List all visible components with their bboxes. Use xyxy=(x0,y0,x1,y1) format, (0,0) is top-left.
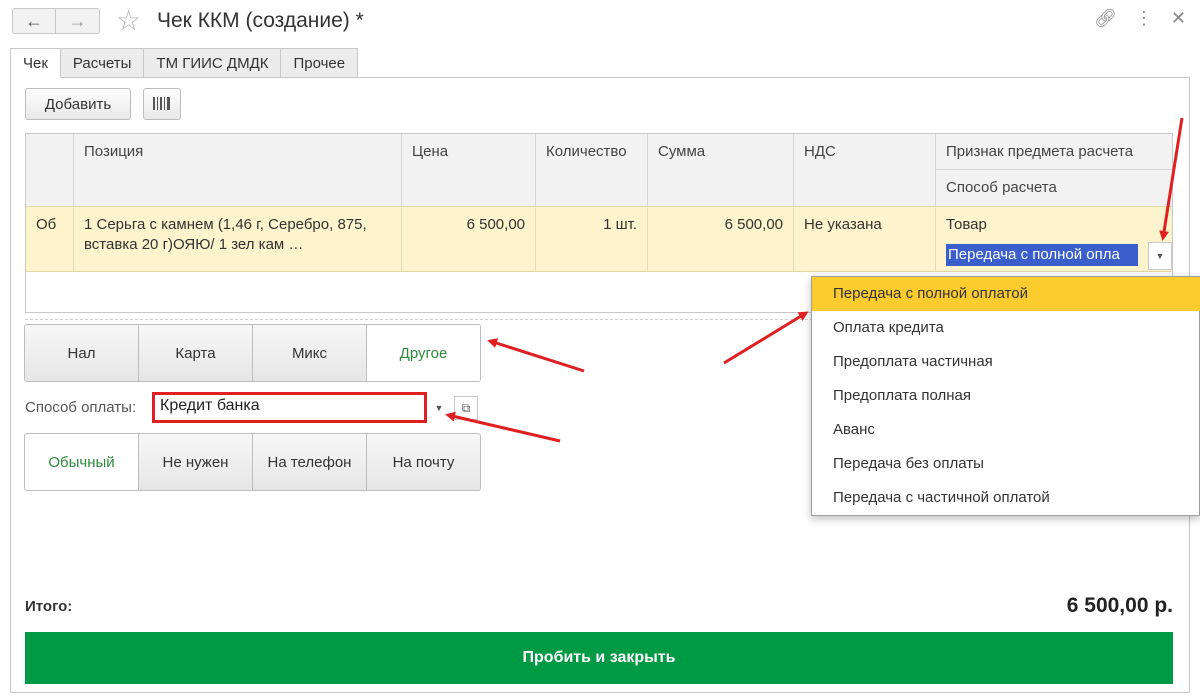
cell-code: Об xyxy=(26,207,74,271)
column-header-quantity[interactable]: Количество xyxy=(536,134,648,206)
dropdown-option-partial-prepayment[interactable]: Предоплата частичная xyxy=(812,345,1200,379)
send-option-none[interactable]: Не нужен xyxy=(139,434,253,490)
submit-and-close-button[interactable]: Пробить и закрыть xyxy=(25,632,1173,684)
column-header-method[interactable]: Способ расчета xyxy=(936,170,1172,206)
title-bar: ← → ☆ Чек ККМ (создание) * 🔗︎ ⋮ ✕ xyxy=(0,0,1200,44)
back-button[interactable]: ← xyxy=(12,8,56,34)
send-option-normal[interactable]: Обычный xyxy=(25,434,139,490)
dropdown-option-credit-payment[interactable]: Оплата кредита xyxy=(812,311,1200,345)
payment-method-label: Способ оплаты: xyxy=(25,399,137,416)
arrow-left-icon: ← xyxy=(25,10,43,31)
tab-giis-dmdk[interactable]: ТМ ГИИС ДМДК xyxy=(144,48,282,78)
forward-button[interactable]: → xyxy=(56,8,100,34)
tab-check[interactable]: Чек xyxy=(10,48,61,78)
payment-type-cash[interactable]: Нал xyxy=(25,325,139,381)
total-label: Итого: xyxy=(25,598,73,615)
column-header-position[interactable]: Позиция xyxy=(74,134,402,206)
close-icon[interactable]: ✕ xyxy=(1171,8,1186,29)
column-header-price[interactable]: Цена xyxy=(402,134,536,206)
arrow-right-icon: → xyxy=(68,10,87,31)
dropdown-option-no-payment[interactable]: Передача без оплаты xyxy=(812,447,1200,481)
payment-method-dropdown-button[interactable]: ▼ xyxy=(428,396,450,420)
add-button[interactable]: Добавить xyxy=(25,88,131,120)
star-icon[interactable]: ☆ xyxy=(116,6,141,36)
payment-type-other[interactable]: Другое xyxy=(367,325,480,381)
open-window-icon: ⧉ xyxy=(461,400,471,415)
cell-subject: Товар xyxy=(946,216,987,233)
cell-sum: 6 500,00 xyxy=(648,207,794,271)
cell-position: 1 Серьга с камнем (1,46 г, Серебро, 875,… xyxy=(74,207,402,271)
tab-bar: Чек Расчеты ТМ ГИИС ДМДК Прочее xyxy=(10,48,359,78)
method-dropdown-button[interactable]: ▼ xyxy=(1148,242,1172,270)
link-icon[interactable]: 🔗︎ xyxy=(1094,8,1117,29)
window-title: Чек ККМ (создание) * xyxy=(157,9,364,32)
payment-type-mix[interactable]: Микс xyxy=(253,325,367,381)
dropdown-option-full-prepayment[interactable]: Предоплата полная xyxy=(812,379,1200,413)
cell-vat: Не указана xyxy=(794,207,936,271)
tab-other[interactable]: Прочее xyxy=(281,48,359,78)
payment-method-open-button[interactable]: ⧉ xyxy=(454,396,478,420)
send-option-phone[interactable]: На телефон xyxy=(253,434,367,490)
barcode-button[interactable] xyxy=(143,88,181,120)
chevron-down-icon: ▼ xyxy=(434,403,444,413)
method-input[interactable]: Передача с полной опла xyxy=(946,244,1138,266)
chevron-down-icon: ▼ xyxy=(1155,251,1165,261)
total-value: 6 500,00 р. xyxy=(1066,594,1173,617)
column-header-subject[interactable]: Признак предмета расчета xyxy=(936,134,1172,170)
receipt-send-selector: Обычный Не нужен На телефон На почту xyxy=(24,433,481,491)
window-actions: 🔗︎ ⋮ ✕ xyxy=(1094,8,1186,29)
send-option-email[interactable]: На почту xyxy=(367,434,480,490)
payment-method-input[interactable]: Кредит банка xyxy=(152,392,427,423)
dropdown-option-advance[interactable]: Аванс xyxy=(812,413,1200,447)
payment-type-card[interactable]: Карта xyxy=(139,325,253,381)
more-vertical-icon[interactable]: ⋮ xyxy=(1135,8,1153,29)
cell-quantity: 1 шт. xyxy=(536,207,648,271)
dropdown-option-full-payment[interactable]: Передача с полной оплатой xyxy=(812,277,1200,311)
column-header-code xyxy=(26,134,74,206)
table-row[interactable]: Об 1 Серьга с камнем (1,46 г, Серебро, 8… xyxy=(26,206,1172,272)
cell-price: 6 500,00 xyxy=(402,207,536,271)
tab-payments[interactable]: Расчеты xyxy=(60,48,145,78)
payment-type-selector: Нал Карта Микс Другое xyxy=(24,324,481,382)
barcode-scan-icon xyxy=(153,97,170,110)
column-header-vat[interactable]: НДС xyxy=(794,134,936,206)
column-header-sum[interactable]: Сумма xyxy=(648,134,794,206)
dropdown-option-partial-payment[interactable]: Передача с частичной оплатой xyxy=(812,481,1200,515)
method-dropdown-list: Передача с полной оплатой Оплата кредита… xyxy=(811,276,1200,516)
